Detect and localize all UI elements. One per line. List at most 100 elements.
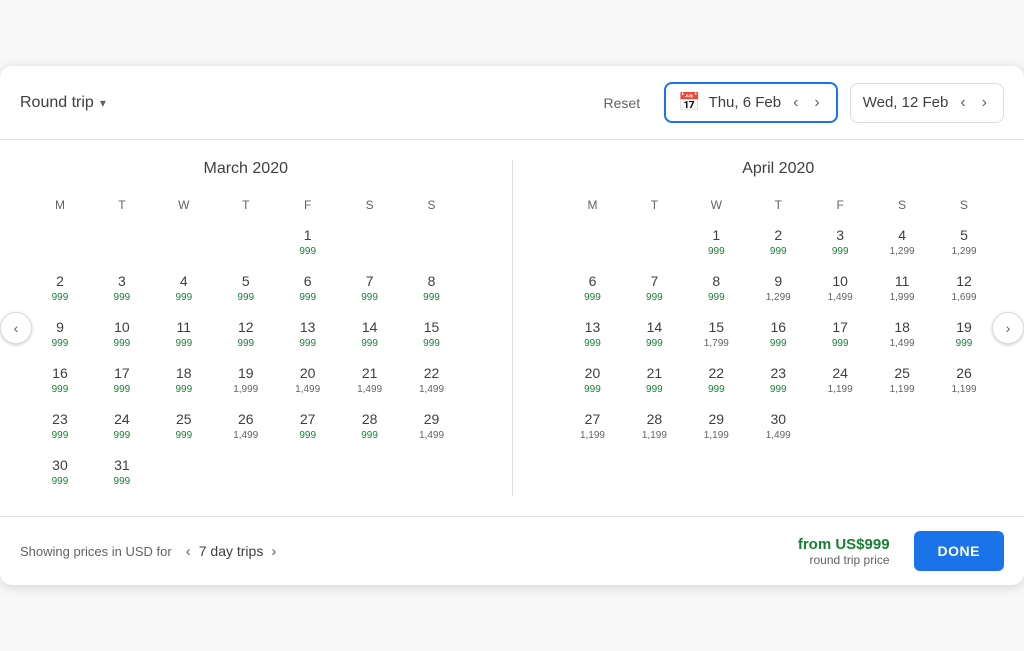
table-row[interactable]: 271,199 [563,406,623,450]
table-row[interactable]: 121,699 [934,268,994,312]
table-row[interactable]: 23999 [748,360,808,404]
calendar-left-nav[interactable]: ‹ [0,312,32,344]
day-header-s2: S [402,194,462,220]
table-row[interactable]: 1999 [686,222,746,266]
day-header-s3: S [872,194,932,220]
table-row[interactable]: 7999 [340,268,400,312]
table-row[interactable]: 261,199 [934,360,994,404]
table-row[interactable]: 11999 [154,314,214,358]
table-row[interactable]: 4999 [154,268,214,312]
table-row[interactable]: 23999 [30,406,90,450]
table-row[interactable]: 301,499 [748,406,808,450]
header: Round trip ▾ Reset 📅 Thu, 6 Feb ‹ › Wed,… [0,66,1024,140]
table-row[interactable]: 6999 [278,268,338,312]
done-button[interactable]: DONE [914,531,1004,571]
day-header-f1: F [278,194,338,220]
table-row[interactable]: 13999 [278,314,338,358]
table-row[interactable]: 9999 [30,314,90,358]
chevron-down-icon: ▾ [100,96,106,110]
table-row[interactable]: 14999 [624,314,684,358]
table-row[interactable]: 2999 [748,222,808,266]
table-row[interactable]: 14999 [340,314,400,358]
table-row[interactable]: 261,499 [216,406,276,450]
day-header-w2: W [686,194,746,220]
table-row[interactable]: 101,499 [810,268,870,312]
showing-text: Showing prices in USD for [20,544,172,559]
footer: Showing prices in USD for ‹ 7 day trips … [0,516,1024,585]
table-row[interactable]: 17999 [92,360,152,404]
march-empty [92,222,152,266]
table-row[interactable]: 41,299 [872,222,932,266]
day-header-t4: T [748,194,808,220]
table-row[interactable]: 3999 [92,268,152,312]
table-row[interactable]: 251,199 [872,360,932,404]
table-row[interactable]: 24999 [92,406,152,450]
table-row[interactable]: 21999 [624,360,684,404]
table-row[interactable]: 20999 [563,360,623,404]
table-row[interactable]: 28999 [340,406,400,450]
table-row[interactable]: 22999 [686,360,746,404]
table-row[interactable]: 51,299 [934,222,994,266]
table-row[interactable]: 221,499 [402,360,462,404]
day-header-m2: M [563,194,623,220]
table-row[interactable]: 191,999 [216,360,276,404]
departure-next-button[interactable]: › [810,93,823,113]
calendar-icon: 📅 [678,92,700,113]
day-header-s1: S [340,194,400,220]
april-title: April 2020 [563,160,995,178]
calendar-right-nav[interactable]: › [992,312,1024,344]
departure-prev-button[interactable]: ‹ [789,93,802,113]
table-row[interactable]: 1999 [278,222,338,266]
table-row[interactable]: 211,499 [340,360,400,404]
table-row[interactable]: 15999 [402,314,462,358]
reset-button[interactable]: Reset [592,87,653,119]
table-row[interactable]: 19999 [934,314,994,358]
trip-prev-button[interactable]: ‹ [184,541,193,562]
table-row[interactable]: 31999 [92,452,152,496]
round-trip-button[interactable]: Round trip ▾ [20,94,106,112]
march-empty [30,222,90,266]
table-row[interactable]: 2999 [30,268,90,312]
day-header-w1: W [154,194,214,220]
table-row[interactable]: 291,199 [686,406,746,450]
price-from: from US$999 [798,536,890,553]
march-empty [216,222,276,266]
table-row[interactable]: 16999 [30,360,90,404]
table-row[interactable]: 151,799 [686,314,746,358]
return-date-selector[interactable]: Wed, 12 Feb ‹ › [850,83,1004,123]
table-row[interactable]: 18999 [154,360,214,404]
price-info: from US$999 round trip price [798,536,890,567]
march-empty [340,222,400,266]
table-row[interactable]: 16999 [748,314,808,358]
table-row[interactable]: 111,999 [872,268,932,312]
table-row[interactable]: 17999 [810,314,870,358]
return-prev-button[interactable]: ‹ [956,92,969,114]
table-row[interactable]: 3999 [810,222,870,266]
table-row[interactable]: 181,499 [872,314,932,358]
day-header-m1: M [30,194,90,220]
round-trip-label: Round trip [20,94,94,112]
departure-date-selector[interactable]: 📅 Thu, 6 Feb ‹ › [664,82,838,123]
table-row[interactable]: 12999 [216,314,276,358]
table-row[interactable]: 91,299 [748,268,808,312]
table-row[interactable]: 8999 [402,268,462,312]
return-next-button[interactable]: › [978,92,991,114]
table-row[interactable]: 281,199 [624,406,684,450]
table-row[interactable]: 13999 [563,314,623,358]
departure-date-text: Thu, 6 Feb [709,94,782,111]
table-row[interactable]: 27999 [278,406,338,450]
table-row[interactable]: 30999 [30,452,90,496]
table-row[interactable]: 25999 [154,406,214,450]
table-row[interactable]: 5999 [216,268,276,312]
day-header-t3: T [624,194,684,220]
march-grid: M T W T F S S 1999 2999 [30,194,462,496]
table-row[interactable]: 8999 [686,268,746,312]
table-row[interactable]: 6999 [563,268,623,312]
table-row[interactable]: 291,499 [402,406,462,450]
table-row[interactable]: 10999 [92,314,152,358]
trip-next-button[interactable]: › [269,541,278,562]
calendars-wrapper: ‹ March 2020 M T W T F S S [0,140,1024,516]
table-row[interactable]: 241,199 [810,360,870,404]
table-row[interactable]: 201,499 [278,360,338,404]
table-row[interactable]: 7999 [624,268,684,312]
